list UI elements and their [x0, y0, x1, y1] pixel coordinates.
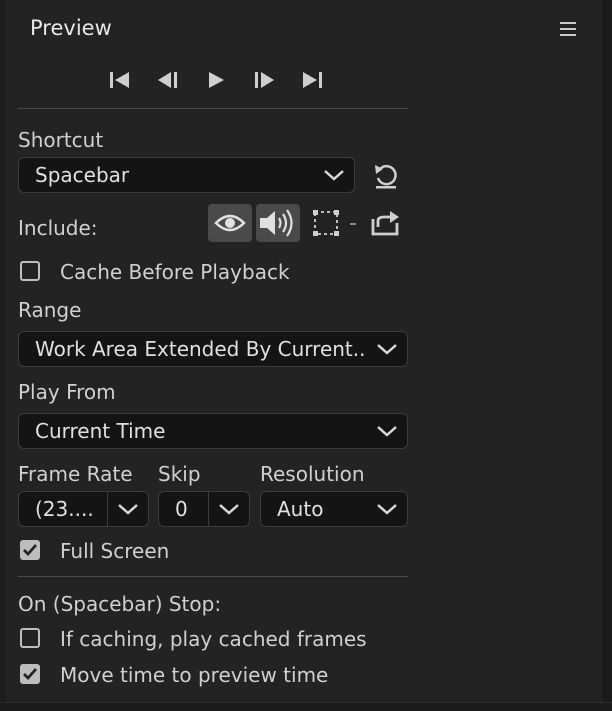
move-time-label: Move time to preview time	[60, 663, 329, 687]
reset-icon	[375, 164, 397, 189]
chevron-down-icon	[324, 170, 344, 181]
eye-icon	[214, 214, 246, 232]
transport-controls	[96, 66, 336, 94]
chevron-down-icon	[377, 504, 397, 515]
resolution-label: Resolution	[260, 462, 365, 486]
skip-label: Skip	[158, 462, 201, 486]
next-frame-icon	[255, 72, 274, 88]
include-video-toggle[interactable]	[208, 204, 252, 242]
last-frame-icon	[303, 72, 322, 88]
shortcut-label: Shortcut	[18, 128, 104, 152]
chevron-down-icon	[377, 344, 397, 355]
shortcut-dropdown[interactable]: Spacebar	[18, 157, 355, 193]
play-from-value: Current Time	[35, 419, 166, 443]
range-label: Range	[18, 298, 82, 322]
chevron-down-icon	[377, 426, 397, 437]
chevron-down-icon	[219, 504, 239, 515]
speaker-icon	[260, 209, 293, 237]
skip-dropdown[interactable]: 0	[158, 491, 250, 527]
include-label: Include:	[18, 216, 98, 240]
last-frame-button[interactable]	[288, 66, 336, 94]
frame-rate-dropdown[interactable]: (23....	[18, 491, 149, 527]
divider	[18, 576, 408, 577]
divider	[18, 108, 408, 109]
panel-menu-icon[interactable]	[560, 22, 576, 36]
move-time-checkbox[interactable]	[20, 664, 40, 684]
on-stop-label: On (Spacebar) Stop:	[18, 592, 222, 616]
previous-frame-icon	[158, 72, 177, 88]
preview-panel: Preview Shortcut Spacebar Include: Cache…	[0, 0, 603, 710]
include-overlays-toggle[interactable]	[308, 206, 344, 240]
play-from-dropdown[interactable]: Current Time	[18, 413, 408, 449]
dash-icon	[350, 223, 356, 225]
panel-title: Preview	[30, 16, 112, 40]
checkmark-icon	[23, 544, 38, 557]
frame-rate-label: Frame Rate	[18, 462, 133, 486]
range-dropdown[interactable]: Work Area Extended By Current...	[18, 331, 408, 367]
reset-shortcut-button[interactable]	[366, 160, 406, 192]
cache-before-playback-checkbox[interactable]	[20, 261, 40, 281]
frame-rate-value: (23....	[35, 497, 94, 521]
separator-dot	[348, 222, 358, 226]
panel-left-edge	[0, 0, 6, 710]
full-screen-label: Full Screen	[60, 539, 170, 563]
shortcut-value: Spacebar	[35, 163, 130, 187]
first-frame-button[interactable]	[96, 66, 144, 94]
if-caching-checkbox[interactable]	[20, 628, 40, 648]
play-button[interactable]	[192, 66, 240, 94]
if-caching-label: If caching, play cached frames	[60, 627, 367, 651]
chevron-down-icon	[118, 504, 138, 515]
full-screen-checkbox[interactable]	[20, 540, 40, 560]
include-audio-toggle[interactable]	[256, 204, 300, 242]
cache-before-playback-label: Cache Before Playback	[60, 260, 290, 284]
export-button[interactable]	[366, 206, 406, 240]
play-icon	[209, 72, 224, 88]
resolution-value: Auto	[277, 497, 324, 521]
skip-value: 0	[175, 497, 188, 521]
first-frame-icon	[110, 72, 129, 88]
range-value: Work Area Extended By Current...	[35, 337, 367, 361]
next-frame-button[interactable]	[240, 66, 288, 94]
bounding-box-icon	[313, 210, 339, 236]
previous-frame-button[interactable]	[144, 66, 192, 94]
resolution-dropdown[interactable]: Auto	[260, 491, 408, 527]
checkmark-icon	[23, 668, 38, 681]
export-icon	[371, 211, 399, 236]
play-from-label: Play From	[18, 380, 116, 404]
panel-right-edge	[602, 0, 612, 710]
